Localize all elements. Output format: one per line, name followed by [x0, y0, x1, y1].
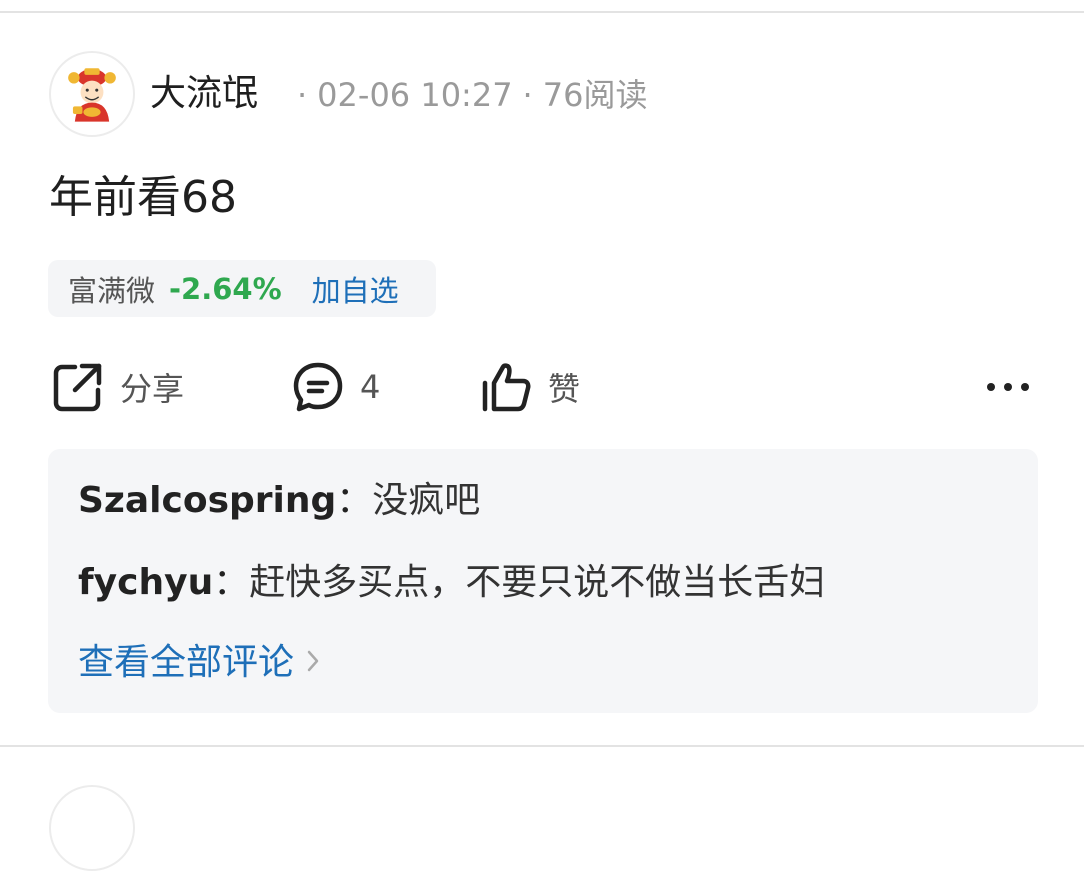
meta-separator: · [522, 76, 533, 114]
chevron-right-icon [306, 639, 320, 687]
more-options-button[interactable] [982, 355, 1034, 419]
stock-name[interactable]: 富满微 [68, 268, 155, 310]
comment-text: 赶快多买点，不要只说不做当长舌妇 [249, 562, 826, 603]
god-of-wealth-avatar-icon [68, 68, 116, 122]
more-icon [982, 359, 1034, 415]
read-count: 76阅读 [542, 76, 648, 114]
comment-item[interactable]: fychyu：赶快多买点，不要只说不做当长舌妇 [78, 559, 825, 607]
view-all-comments-link[interactable]: 查看全部评论 [78, 639, 320, 687]
comment-preview-box: Szalcospring：没疯吧 fychyu：赶快多买点，不要只说不做当长舌妇… [48, 449, 1038, 713]
comment-username[interactable]: Szalcospring [78, 480, 336, 521]
comment-item[interactable]: Szalcospring：没疯吧 [78, 477, 480, 525]
action-bar: 分享 4 赞 [0, 355, 1084, 419]
share-icon [50, 359, 106, 415]
next-post-avatar[interactable] [49, 785, 135, 871]
author-name[interactable]: 大流氓 [150, 70, 258, 118]
like-button[interactable]: 赞 [478, 355, 580, 419]
stock-chip[interactable]: 富满微 -2.64% 加自选 [48, 260, 436, 317]
stock-change: -2.64% [169, 271, 282, 306]
comment-button[interactable]: 4 [290, 355, 380, 419]
add-to-watchlist-button[interactable]: 加自选 [312, 268, 399, 310]
top-divider [0, 11, 1084, 13]
post-meta: · 02-06 10:27 · 76阅读 [287, 74, 647, 116]
post-content[interactable]: 年前看68 [49, 170, 237, 226]
author-avatar[interactable] [49, 51, 135, 137]
share-label: 分享 [120, 370, 185, 408]
bottom-divider [0, 745, 1084, 747]
comment-colon: ： [336, 480, 373, 521]
like-label: 赞 [548, 370, 581, 408]
thumbs-up-icon [478, 359, 534, 415]
comment-count: 4 [360, 368, 381, 406]
view-all-comments-label: 查看全部评论 [78, 642, 295, 683]
comment-icon [290, 359, 346, 415]
share-button[interactable]: 分享 [50, 355, 184, 419]
comment-text: 没疯吧 [372, 480, 481, 521]
post-time: 02-06 10:27 [317, 76, 513, 114]
comment-username[interactable]: fychyu [78, 562, 213, 603]
meta-separator: · [297, 76, 308, 114]
comment-colon: ： [213, 562, 250, 603]
